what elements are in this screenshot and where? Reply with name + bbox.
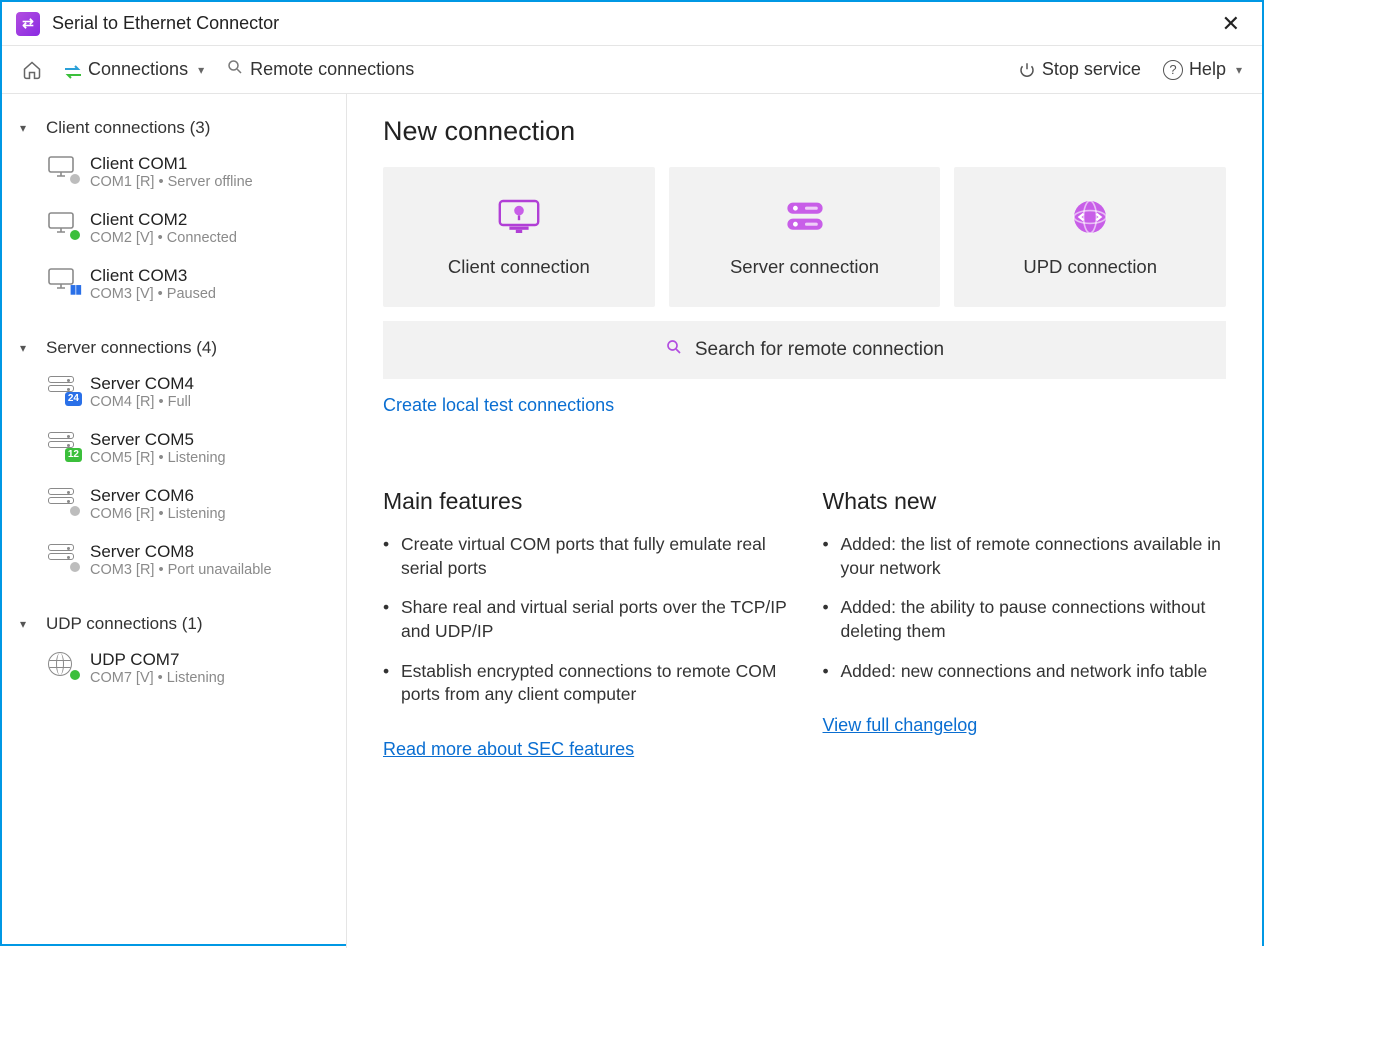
stop-service-label: Stop service [1042,59,1141,80]
item-status: COM3 [V] • Paused [90,286,216,302]
sidebar-item-server[interactable]: 24 Server COM4COM4 [R] • Full [20,364,336,420]
item-name: UDP COM7 [90,650,225,670]
item-name: Server COM8 [90,542,272,562]
chevron-down-icon: ▾ [20,341,36,355]
item-status: COM2 [V] • Connected [90,230,237,246]
udp-icon [48,652,78,678]
help-icon: ? [1163,60,1183,80]
server-card-icon [781,197,829,242]
whats-new-section: Whats new Added: the list of remote conn… [823,488,1227,760]
sidebar-item-client[interactable]: ▮▮ Client COM3COM3 [V] • Paused [20,256,336,312]
server-icon [48,488,78,514]
sidebar: ▾ Client connections (3) Client COM1COM1 [… [2,94,347,948]
item-name: Client COM1 [90,154,253,174]
sidebar-item-client[interactable]: Client COM2COM2 [V] • Connected [20,200,336,256]
read-more-link[interactable]: Read more about SEC features [383,739,634,760]
toolbar: Connections ▾ Remote connections Stop se… [2,46,1262,94]
item-name: Server COM5 [90,430,226,450]
remote-connections-button[interactable]: Remote connections [220,54,420,85]
sidebar-item-server[interactable]: Server COM6COM6 [R] • Listening [20,476,336,532]
item-status: COM6 [R] • Listening [90,506,226,522]
feature-item: Create virtual COM ports that fully emul… [383,533,787,580]
server-icon: 12 [48,432,78,458]
search-icon [226,58,244,81]
home-button[interactable] [16,56,48,84]
group-header-udp[interactable]: ▾ UDP connections (1) [20,604,336,640]
features-title: Main features [383,488,787,515]
item-name: Server COM4 [90,374,194,394]
new-server-connection-card[interactable]: Server connection [669,167,941,307]
whatsnew-title: Whats new [823,488,1227,515]
main-panel: New connection Client connection Server c… [347,94,1262,948]
sidebar-item-udp[interactable]: UDP COM7COM7 [V] • Listening [20,640,336,696]
card-label: Client connection [448,256,590,278]
item-name: Server COM6 [90,486,226,506]
sidebar-item-server[interactable]: Server COM8COM3 [R] • Port unavailable [20,532,336,588]
item-status: COM4 [R] • Full [90,394,194,410]
group-header-server[interactable]: ▾ Server connections (4) [20,328,336,364]
group-label: UDP connections (1) [46,614,203,634]
new-udp-connection-card[interactable]: UPD connection [954,167,1226,307]
sidebar-item-client[interactable]: Client COM1COM1 [R] • Server offline [20,144,336,200]
card-label: UPD connection [1023,256,1157,278]
titlebar: ⇄ Serial to Ethernet Connector ✕ [2,2,1262,46]
page-title: New connection [383,116,1226,147]
remote-connections-label: Remote connections [250,59,414,80]
chevron-down-icon: ▾ [20,617,36,631]
group-label: Server connections (4) [46,338,217,358]
create-local-test-link[interactable]: Create local test connections [383,395,614,416]
main-features-section: Main features Create virtual COM ports t… [383,488,787,760]
item-status: COM3 [R] • Port unavailable [90,562,272,578]
help-label: Help [1189,59,1226,80]
feature-item: Establish encrypted connections to remot… [383,660,787,707]
item-name: Client COM2 [90,210,237,230]
close-button[interactable]: ✕ [1214,9,1248,39]
udp-card-icon [1066,197,1114,242]
swap-icon [64,63,82,77]
whatsnew-item: Added: new connections and network info … [823,660,1227,684]
sidebar-item-server[interactable]: 12 Server COM5COM5 [R] • Listening [20,420,336,476]
feature-item: Share real and virtual serial ports over… [383,596,787,643]
group-label: Client connections (3) [46,118,210,138]
item-status: COM1 [R] • Server offline [90,174,253,190]
app-icon: ⇄ [16,12,40,36]
item-status: COM5 [R] • Listening [90,450,226,466]
changelog-link[interactable]: View full changelog [823,715,978,736]
item-name: Client COM3 [90,266,216,286]
stop-service-button[interactable]: Stop service [1012,55,1147,84]
server-icon [48,544,78,570]
search-remote-label: Search for remote connection [695,339,944,361]
connections-label: Connections [88,59,188,80]
chevron-down-icon: ▾ [20,121,36,135]
client-icon [48,156,78,182]
whatsnew-item: Added: the ability to pause connections … [823,596,1227,643]
help-menu[interactable]: ? Help ▾ [1157,55,1248,84]
search-remote-button[interactable]: Search for remote connection [383,321,1226,379]
client-card-icon [495,197,543,242]
window-title: Serial to Ethernet Connector [52,13,279,34]
group-header-client[interactable]: ▾ Client connections (3) [20,108,336,144]
whatsnew-item: Added: the list of remote connections av… [823,533,1227,580]
chevron-down-icon: ▾ [198,63,204,77]
search-icon [665,338,683,362]
card-label: Server connection [730,256,879,278]
client-icon [48,212,78,238]
client-icon: ▮▮ [48,268,78,294]
item-status: COM7 [V] • Listening [90,670,225,686]
connections-menu[interactable]: Connections ▾ [58,55,210,84]
chevron-down-icon: ▾ [1236,63,1242,77]
new-client-connection-card[interactable]: Client connection [383,167,655,307]
server-icon: 24 [48,376,78,402]
